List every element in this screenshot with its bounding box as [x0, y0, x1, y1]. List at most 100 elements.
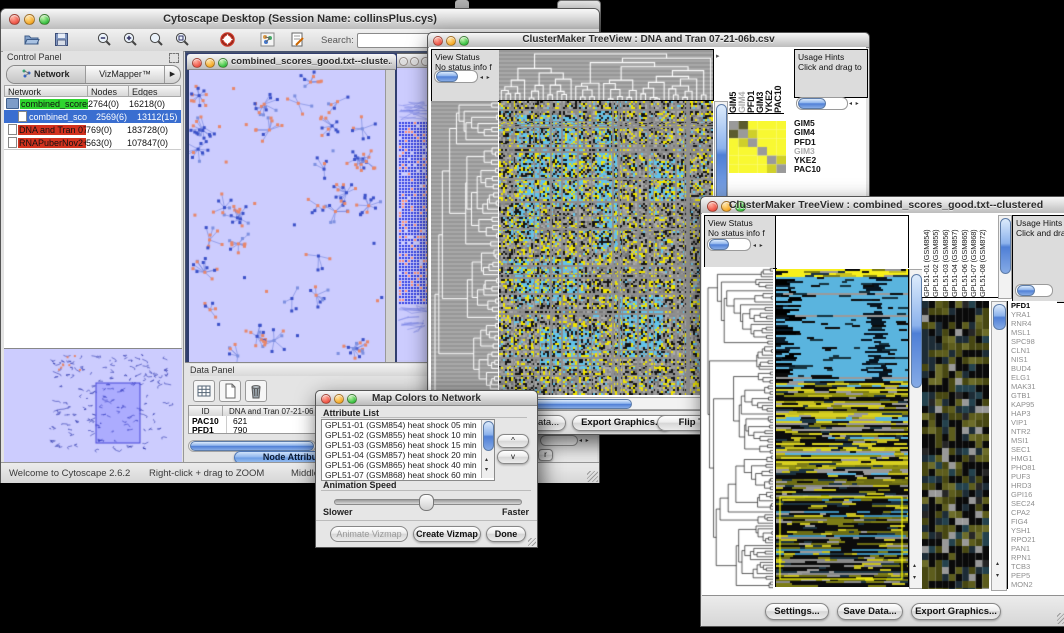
help-icon[interactable]: [219, 31, 236, 48]
tv1-zoom-heatmap[interactable]: [729, 121, 786, 173]
fragment-horizontal-scrollbar[interactable]: [540, 435, 578, 446]
gene-label[interactable]: RNR4: [1011, 319, 1057, 328]
gene-label[interactable]: MSI1: [1011, 436, 1057, 445]
gene-label[interactable]: HRD3: [1011, 481, 1057, 490]
network-list-row[interactable]: RNAPuberNov2+|563(0)107847(0): [4, 136, 181, 149]
tab-network[interactable]: Network: [7, 66, 86, 83]
attribute-list-item[interactable]: GPL51-02 (GSM855) heat shock 10 min: [322, 430, 494, 440]
scroll-up-icon[interactable]: ▴: [485, 456, 489, 463]
export-graphics-button[interactable]: Export Graphics...: [911, 603, 1001, 620]
column-header-nodes[interactable]: Nodes: [88, 86, 129, 96]
column-header-id[interactable]: ID: [189, 406, 223, 416]
attribute-list-item[interactable]: GPL51-07 (GSM868) heat shock 60 min: [322, 470, 494, 480]
tv2-status-scrollbar[interactable]: [707, 238, 751, 251]
open-session-icon[interactable]: [23, 31, 40, 48]
attribute-list-item[interactable]: GPL51-04 (GSM857) heat shock 20 min: [322, 450, 494, 460]
gene-label[interactable]: SEC24: [1011, 499, 1057, 508]
close-icon[interactable]: [399, 57, 408, 66]
gene-label[interactable]: SPC98: [1011, 337, 1057, 346]
save-session-icon[interactable]: [53, 31, 70, 48]
minimize-icon[interactable]: [410, 57, 419, 66]
gene-label[interactable]: VIP1: [1011, 418, 1057, 427]
gene-label[interactable]: HMG1: [1011, 454, 1057, 463]
save-data-button[interactable]: Save Data...: [837, 603, 903, 620]
gene-label[interactable]: YSH1: [1011, 526, 1057, 535]
tv2-row-dendrogram[interactable]: [704, 267, 773, 589]
zoom-out-icon[interactable]: [96, 31, 113, 48]
tab-vizmapper[interactable]: VizMapper™: [86, 66, 164, 83]
scroll-up-icon[interactable]: ▴: [913, 562, 917, 569]
new-attribute-icon[interactable]: [219, 380, 241, 402]
gene-label[interactable]: PFD1: [1011, 301, 1057, 310]
gene-label[interactable]: YRA1: [1011, 310, 1057, 319]
network-list-row[interactable]: DNA and Tran 07769(0)183728(0): [4, 123, 181, 136]
gene-label[interactable]: NTR2: [1011, 427, 1057, 436]
network-vertical-scrollbar[interactable]: [385, 70, 395, 370]
birdseye-view[interactable]: [4, 348, 182, 462]
column-header-edges[interactable]: Edges: [129, 86, 180, 96]
gene-label[interactable]: PAN1: [1011, 544, 1057, 553]
gene-label[interactable]: PUF3: [1011, 472, 1057, 481]
edge-attribute-browser-button-fragment[interactable]: r: [538, 449, 553, 461]
network-list-row[interactable]: combined_scores2764(0)16218(0): [4, 97, 181, 110]
gene-label[interactable]: HAP3: [1011, 409, 1057, 418]
column-header-network[interactable]: Network: [5, 86, 88, 96]
zoom-fit-icon[interactable]: [174, 31, 191, 48]
map-dialog-title-bar[interactable]: Map Colors to Network: [316, 391, 537, 406]
tv1-row-dendrogram[interactable]: [431, 101, 498, 395]
birdseye-canvas[interactable]: [4, 349, 182, 462]
move-down-button[interactable]: v: [497, 450, 529, 464]
settings-button[interactable]: Settings...: [765, 603, 829, 620]
gene-label[interactable]: NIS1: [1011, 355, 1057, 364]
gene-label[interactable]: RPN1: [1011, 553, 1057, 562]
gene-label[interactable]: SEC1: [1011, 445, 1057, 454]
tv1-usage-scrollbar[interactable]: [796, 97, 848, 110]
network-view-canvas[interactable]: [189, 70, 385, 370]
data-table-icon[interactable]: [193, 380, 215, 402]
tv1-status-scrollbar[interactable]: [434, 70, 478, 83]
tv2-vertical-scrollbar[interactable]: ▴ ▾: [909, 269, 923, 589]
close-icon[interactable]: [192, 58, 202, 68]
tv2-zoom-heatmap[interactable]: [922, 301, 989, 589]
attribute-list-item[interactable]: GPL51-03 (GSM856) heat shock 15 min: [322, 440, 494, 450]
scroll-left-icon[interactable]: ◂ ▸: [579, 437, 590, 444]
attribute-list-scrollbar[interactable]: ▴ ▾: [481, 420, 494, 478]
delete-attribute-icon[interactable]: [245, 380, 267, 402]
scroll-arrows-icon[interactable]: ◂ ▸: [480, 73, 491, 83]
slider-thumb[interactable]: [419, 494, 434, 511]
zoom-selected-icon[interactable]: [148, 31, 165, 48]
tv2-usage-scrollbar[interactable]: [1015, 284, 1053, 297]
attribute-list-item[interactable]: GPL51-06 (GSM865) heat shock 40 min: [322, 460, 494, 470]
main-title-bar[interactable]: Cytoscape Desktop (Session Name: collins…: [1, 9, 599, 30]
treeview1-title-bar[interactable]: ClusterMaker TreeView : DNA and Tran 07-…: [428, 33, 869, 48]
tab-overflow-button[interactable]: ▶: [164, 66, 180, 83]
gene-label[interactable]: PHO81: [1011, 463, 1057, 472]
resize-grip[interactable]: [1057, 613, 1064, 624]
move-up-button[interactable]: ^: [497, 434, 529, 448]
scroll-arrows-icon[interactable]: ◂ ▸: [753, 241, 764, 251]
tv2-heatmap[interactable]: [775, 269, 909, 587]
gene-label[interactable]: PEP5: [1011, 571, 1057, 580]
gene-label[interactable]: MON2: [1011, 580, 1057, 589]
gene-label[interactable]: ELG1: [1011, 373, 1057, 382]
float-panel-icon[interactable]: [169, 53, 179, 63]
network-list-row[interactable]: combined_sco2569(6)13112(15): [4, 110, 181, 123]
done-button[interactable]: Done: [486, 526, 526, 542]
tv2-gene-scrollbar[interactable]: ▴ ▾: [991, 301, 1007, 591]
scroll-up-icon[interactable]: ▴: [996, 560, 1000, 567]
treeview2-title-bar[interactable]: ClusterMaker TreeView : combined_scores_…: [701, 197, 1064, 214]
network-overview-icon[interactable]: [259, 31, 276, 48]
tv2-labels-scrollbar[interactable]: [998, 215, 1012, 299]
scroll-down-icon[interactable]: ▾: [485, 466, 489, 473]
tv1-heatmap[interactable]: [499, 101, 713, 395]
scroll-down-icon[interactable]: ▾: [996, 572, 1000, 579]
gene-label[interactable]: KAP95: [1011, 400, 1057, 409]
gene-label[interactable]: BUD4: [1011, 364, 1057, 373]
create-vizmap-button[interactable]: Create Vizmap: [413, 526, 481, 542]
resize-grip[interactable]: [528, 538, 536, 546]
zoom-window-icon[interactable]: [218, 58, 228, 68]
attribute-list-item[interactable]: GPL51-01 (GSM854) heat shock 05 min: [322, 420, 494, 430]
gene-label[interactable]: CPA2: [1011, 508, 1057, 517]
gene-label[interactable]: MAK31: [1011, 382, 1057, 391]
resize-grip[interactable]: [587, 471, 598, 482]
